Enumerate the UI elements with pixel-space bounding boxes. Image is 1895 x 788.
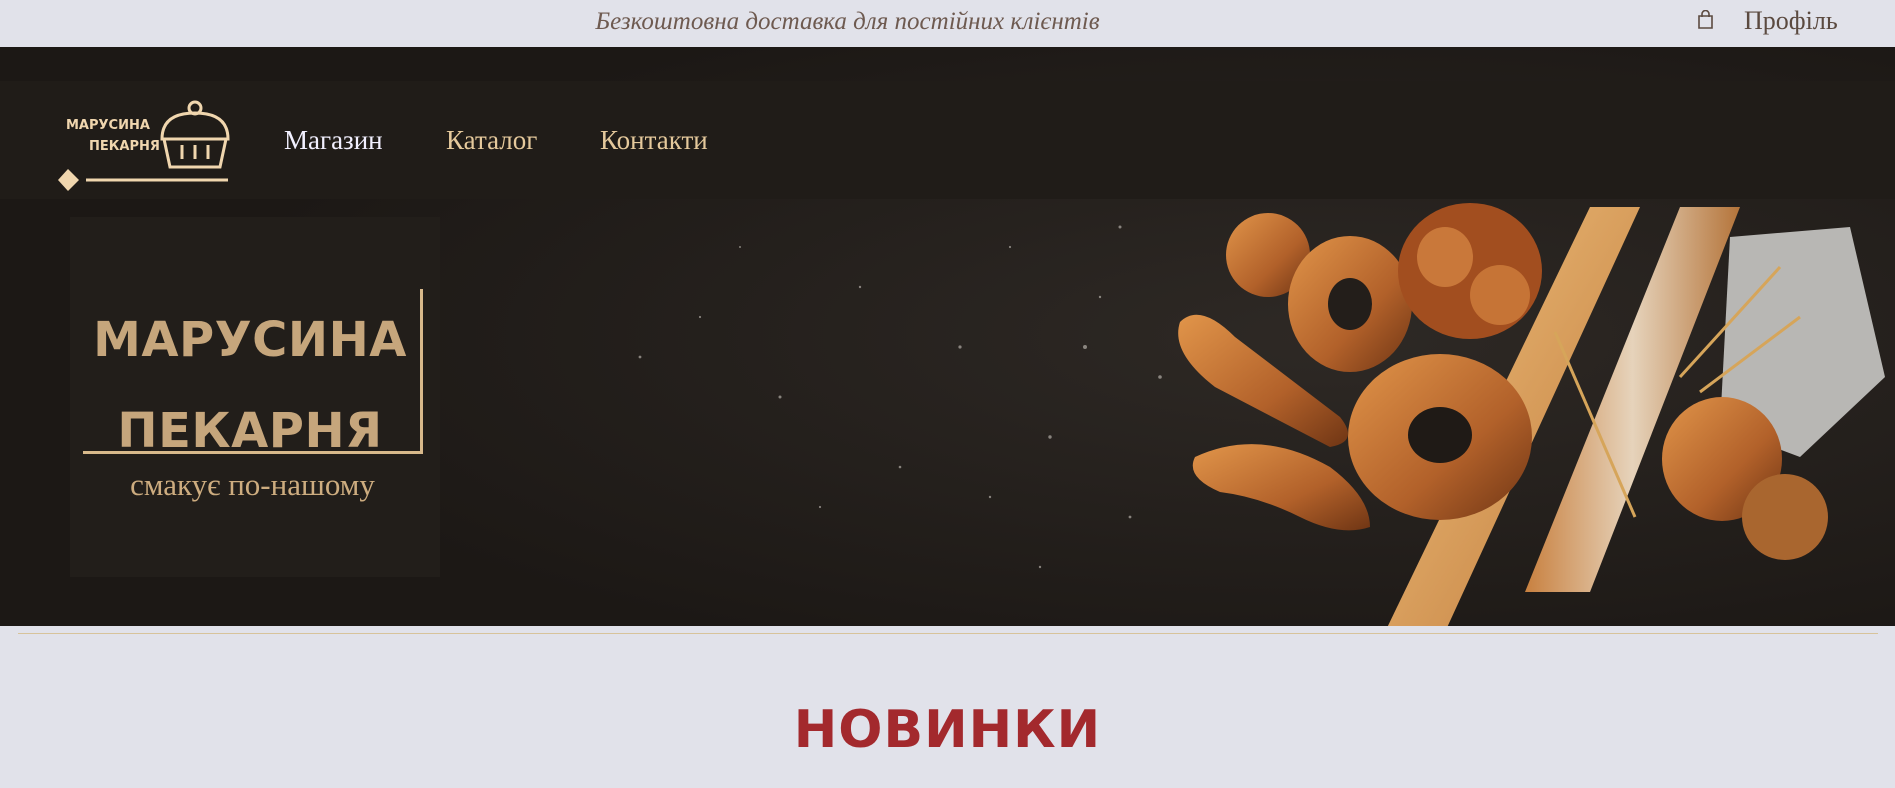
new-products-heading: НОВИНКИ [793,700,1102,760]
bakery-logo[interactable]: МАРУСИНА ПЕКАРНЯ [58,99,238,203]
logo-line-1: МАРУСИНА [66,118,150,133]
top-bar: Безкоштовна доставка для постійних клієн… [0,0,1895,47]
hero-brand-card: МАРУСИНА ПЕКАРНЯ смакує по-нашому [70,217,440,577]
hero-title-line-1: МАРУСИНА [93,312,407,368]
section-divider [18,633,1878,634]
logo-line-2: ПЕКАРНЯ [89,139,160,154]
brand-frame-horizontal [83,451,423,454]
hero-tagline: смакує по-нашому [130,467,375,502]
shopping-bag-icon[interactable] [1697,10,1714,30]
announcement-text: Безкоштовна доставка для постійних клієн… [595,8,1100,35]
nav-item-shop[interactable]: Магазин [284,125,383,156]
hero-title-line-2: ПЕКАРНЯ [117,403,383,459]
hero-title: МАРУСИНА ПЕКАРНЯ [70,295,430,477]
nav-item-catalog[interactable]: Каталог [446,125,537,156]
nav-item-contacts[interactable]: Контакти [600,125,708,156]
hero-banner: МАРУСИНА ПЕКАРНЯ Магазин Каталог Контакт… [0,47,1895,626]
profile-link[interactable]: Профіль [1744,6,1838,36]
brand-frame-vertical [420,289,423,454]
